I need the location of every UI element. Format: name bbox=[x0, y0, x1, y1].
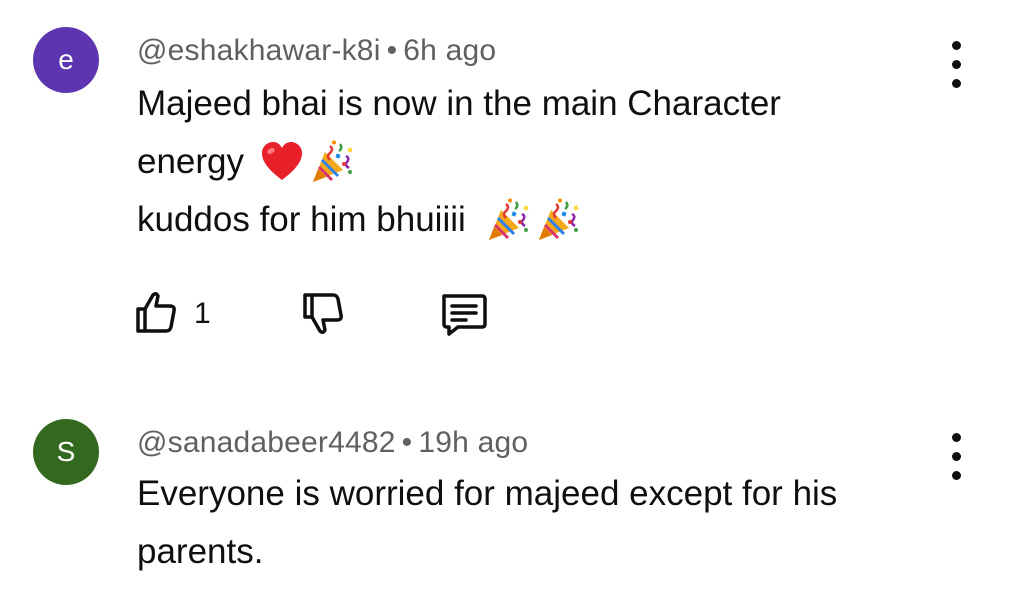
username[interactable]: @sanadabeer4482 bbox=[137, 426, 396, 459]
avatar[interactable]: e bbox=[33, 27, 99, 93]
timestamp: 19h ago bbox=[418, 426, 529, 459]
comment-meta: @sanadabeer4482 • 19h ago bbox=[137, 426, 528, 460]
party-popper-emoji bbox=[536, 198, 580, 242]
party-popper-emoji bbox=[310, 140, 354, 184]
comment-actions: 1 bbox=[130, 288, 530, 338]
comment-text-line: Everyone is worried for majeed except fo… bbox=[137, 474, 838, 513]
timestamp: 6h ago bbox=[403, 34, 497, 67]
comment-text-line: energy bbox=[137, 140, 354, 184]
comment-text-line: Majeed bhai is now in the main Character bbox=[137, 84, 781, 123]
separator-dot: • bbox=[386, 34, 398, 67]
avatar[interactable]: S bbox=[33, 419, 99, 485]
comment-item: S @sanadabeer4482 • 19h ago Everyone is wo… bbox=[0, 400, 1024, 603]
thumbs-up-icon[interactable] bbox=[130, 288, 180, 338]
comment-item: e @eshakhawar-k8i • 6h ago Majeed bhai is … bbox=[0, 0, 1024, 380]
more-vert-icon[interactable] bbox=[942, 433, 972, 481]
username[interactable]: @eshakhawar-k8i bbox=[137, 34, 381, 67]
comment-meta: @eshakhawar-k8i • 6h ago bbox=[137, 34, 496, 68]
comment-text-line: kuddos for him bhuiiii bbox=[137, 198, 580, 242]
thumbs-down-icon[interactable] bbox=[297, 288, 347, 338]
red-heart-emoji bbox=[260, 140, 304, 184]
party-popper-emoji bbox=[486, 198, 530, 242]
reply-comment-icon[interactable] bbox=[438, 288, 488, 338]
like-count: 1 bbox=[194, 297, 211, 330]
separator-dot: • bbox=[401, 426, 413, 459]
more-vert-icon[interactable] bbox=[942, 41, 972, 89]
comment-text-line: parents. bbox=[137, 532, 264, 571]
